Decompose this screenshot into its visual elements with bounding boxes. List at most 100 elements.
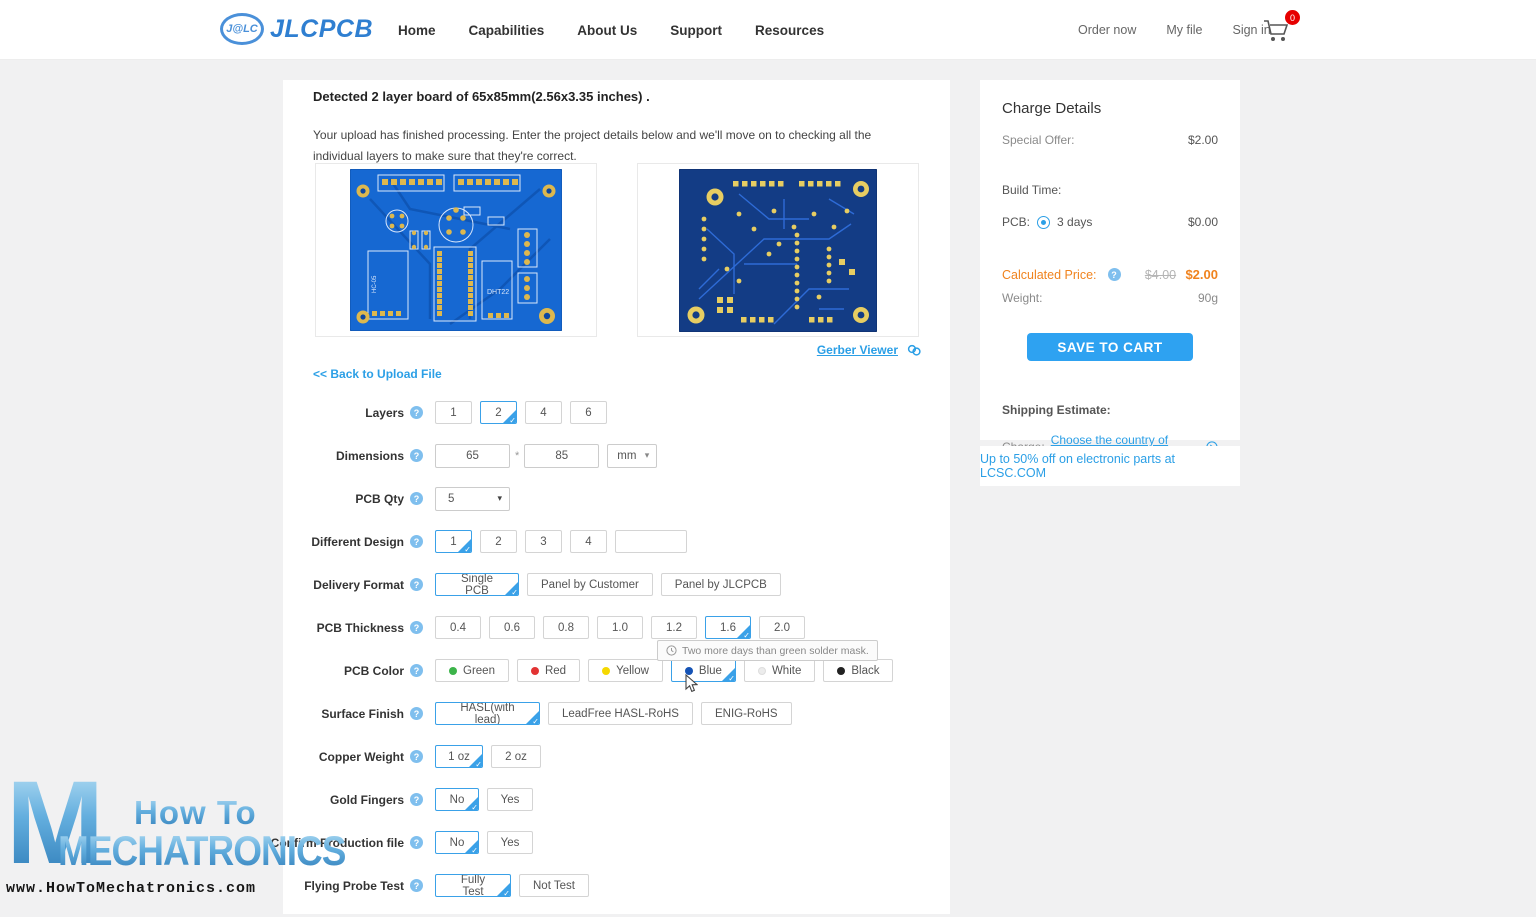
build-time-label: Build Time: bbox=[1002, 183, 1062, 197]
nav-home[interactable]: Home bbox=[398, 23, 436, 38]
thickness-0-6[interactable]: 0.6 bbox=[489, 616, 535, 639]
design-option-3[interactable]: 3 bbox=[525, 530, 562, 553]
finish-enig-rohs[interactable]: ENIG-RoHS bbox=[700, 702, 792, 725]
color-black[interactable]: Black bbox=[823, 659, 894, 682]
finish-hasl-selected[interactable]: HASL(with lead) bbox=[435, 702, 540, 725]
pcb-qty-select[interactable]: 5 ▾ bbox=[435, 486, 510, 511]
color-red[interactable]: Red bbox=[516, 659, 581, 682]
thickness-1-6-selected[interactable]: 1.6 bbox=[705, 616, 751, 639]
help-icon[interactable] bbox=[410, 406, 423, 419]
field-label-delivery-format: Delivery Format bbox=[313, 577, 404, 592]
probe-fully-test-selected[interactable]: Fully Test bbox=[435, 874, 511, 897]
chevron-down-icon: ▾ bbox=[644, 450, 650, 460]
help-icon[interactable] bbox=[410, 793, 423, 806]
gerber-viewer-link[interactable]: Gerber Viewer bbox=[817, 343, 898, 357]
copper-2oz[interactable]: 2 oz bbox=[491, 745, 541, 768]
red-dot-icon bbox=[530, 666, 539, 675]
my-file-link[interactable]: My file bbox=[1166, 23, 1202, 37]
top-header: J@LC JLCPCB Home Capabilities About Us S… bbox=[0, 0, 1536, 60]
design-custom-input[interactable] bbox=[615, 530, 687, 553]
confirm-yes[interactable]: Yes bbox=[487, 831, 533, 854]
color-yellow[interactable]: Yellow bbox=[588, 659, 663, 682]
old-price: $4.00 bbox=[1144, 268, 1177, 282]
delivery-panel-by-customer[interactable]: Panel by Customer bbox=[527, 573, 653, 596]
thickness-2-0[interactable]: 2.0 bbox=[759, 616, 805, 639]
probe-not-test[interactable]: Not Test bbox=[519, 874, 589, 897]
layers-option-1[interactable]: 1 bbox=[435, 401, 472, 424]
form-row-surface-finish: Surface Finish HASL(with lead) LeadFree … bbox=[313, 702, 933, 725]
field-label-pcb-qty: PCB Qty bbox=[355, 491, 404, 506]
field-label-flying-probe: Flying Probe Test bbox=[304, 878, 404, 893]
lcsc-banner-link[interactable]: Up to 50% off on electronic parts at LCS… bbox=[980, 452, 1240, 480]
finish-leadfree-hasl[interactable]: LeadFree HASL-RoHS bbox=[548, 702, 693, 725]
field-label-pcb-thickness: PCB Thickness bbox=[316, 620, 404, 635]
form-row-layers: Layers 1 2 4 6 bbox=[313, 401, 933, 424]
confirm-no-selected[interactable]: No bbox=[435, 831, 479, 854]
help-icon[interactable] bbox=[410, 535, 423, 548]
save-to-cart-button[interactable]: SAVE TO CART bbox=[1027, 333, 1193, 361]
jlcpcb-logo[interactable]: J@LC JLCPCB bbox=[220, 13, 373, 45]
pcb-bottom-preview bbox=[637, 163, 919, 337]
order-now-link[interactable]: Order now bbox=[1078, 23, 1136, 37]
mouse-cursor-icon bbox=[685, 674, 698, 693]
form-row-pcb-qty: PCB Qty 5 ▾ bbox=[313, 486, 933, 511]
help-icon[interactable] bbox=[410, 664, 423, 677]
color-blue-selected[interactable]: Blue bbox=[670, 659, 736, 682]
form-row-dimensions: Dimensions * mm ▾ bbox=[313, 443, 933, 468]
help-icon[interactable] bbox=[410, 578, 423, 591]
field-label-gold-fingers: Gold Fingers bbox=[329, 792, 404, 807]
help-icon[interactable] bbox=[410, 750, 423, 763]
svg-text:DHT22: DHT22 bbox=[487, 289, 509, 296]
thickness-0-8[interactable]: 0.8 bbox=[543, 616, 589, 639]
link-icon[interactable] bbox=[906, 343, 922, 357]
help-icon[interactable] bbox=[410, 449, 423, 462]
help-icon[interactable] bbox=[410, 879, 423, 892]
delivery-single-pcb-selected[interactable]: Single PCB bbox=[435, 573, 519, 596]
nav-support[interactable]: Support bbox=[670, 23, 722, 38]
jlcpcb-logo-icon: J@LC bbox=[220, 13, 264, 45]
dimension-height-input[interactable] bbox=[524, 443, 600, 468]
copper-1oz-selected[interactable]: 1 oz bbox=[435, 745, 483, 768]
nav-about-us[interactable]: About Us bbox=[577, 23, 637, 38]
color-green[interactable]: Green bbox=[435, 659, 509, 682]
nav-resources[interactable]: Resources bbox=[755, 23, 824, 38]
help-icon[interactable] bbox=[410, 707, 423, 720]
gerber-viewer-row: Gerber Viewer bbox=[817, 343, 922, 357]
header-links: Order now My file Sign in bbox=[1078, 0, 1271, 60]
thickness-0-4[interactable]: 0.4 bbox=[435, 616, 481, 639]
layers-option-2-selected[interactable]: 2 bbox=[480, 401, 517, 424]
design-option-1-selected[interactable]: 1 bbox=[435, 530, 472, 553]
thickness-1-2[interactable]: 1.2 bbox=[651, 616, 697, 639]
field-label-confirm-production: Confirm Production file bbox=[270, 835, 404, 850]
color-white[interactable]: White bbox=[743, 659, 816, 682]
layers-option-4[interactable]: 4 bbox=[525, 401, 562, 424]
charge-details-panel: Charge Details Special Offer: $2.00 Buil… bbox=[980, 80, 1240, 461]
gold-fingers-yes[interactable]: Yes bbox=[487, 788, 533, 811]
gold-fingers-no-selected[interactable]: No bbox=[435, 788, 479, 811]
help-icon[interactable] bbox=[410, 836, 423, 849]
thickness-1-0[interactable]: 1.0 bbox=[597, 616, 643, 639]
help-icon[interactable] bbox=[1107, 268, 1121, 281]
field-label-different-design: Different Design bbox=[311, 534, 404, 549]
dimension-width-input[interactable] bbox=[435, 443, 510, 468]
build-time-pcb-row: PCB: 3 days $0.00 bbox=[1002, 215, 1218, 229]
form-row-copper-weight: Copper Weight 1 oz 2 oz bbox=[313, 745, 933, 768]
layers-option-6[interactable]: 6 bbox=[570, 401, 607, 424]
cart-count-badge: 0 bbox=[1285, 10, 1300, 25]
order-details-card: Detected 2 layer board of 65x85mm(2.56x3… bbox=[270, 80, 950, 914]
help-icon[interactable] bbox=[410, 492, 423, 505]
delivery-panel-by-jlcpcb[interactable]: Panel by JLCPCB bbox=[660, 573, 781, 596]
help-icon[interactable] bbox=[410, 621, 423, 634]
design-option-2[interactable]: 2 bbox=[480, 530, 517, 553]
watermark-url: www.HowToMechatronics.com bbox=[6, 880, 257, 897]
build-time-radio[interactable] bbox=[1037, 215, 1051, 229]
design-option-4[interactable]: 4 bbox=[570, 530, 607, 553]
back-to-upload-link[interactable]: << Back to Upload File bbox=[313, 367, 442, 381]
watermark-howto: How To bbox=[134, 794, 257, 831]
field-label-copper-weight: Copper Weight bbox=[318, 749, 404, 764]
field-label-layers: Layers bbox=[365, 405, 404, 420]
cart-button[interactable]: 0 bbox=[1262, 10, 1300, 46]
nav-capabilities[interactable]: Capabilities bbox=[469, 23, 545, 38]
caret-down-icon: ▾ bbox=[497, 493, 502, 503]
dimension-unit-select[interactable]: mm ▾ bbox=[607, 443, 658, 468]
